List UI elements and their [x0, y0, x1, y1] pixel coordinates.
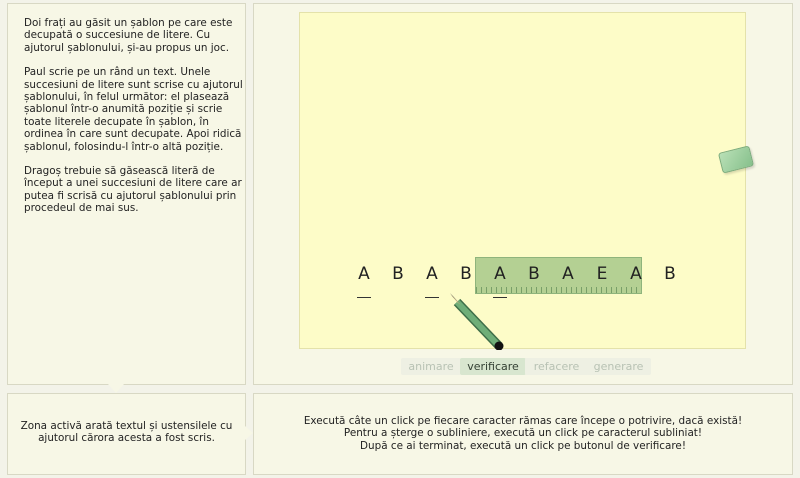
pencil-icon[interactable] — [300, 13, 747, 350]
panel-pointer-down — [108, 384, 124, 393]
paper-sheet: ABABABAEAB — [299, 12, 755, 350]
instruction-line-2: Pentru a șterge o subliniere, execută un… — [343, 427, 703, 440]
generate-button[interactable]: generare — [586, 358, 651, 375]
active-zone-info-text: Zona activă arată textul și ustensilele … — [20, 420, 233, 445]
instruction-line-3: După ce ai terminat, execută un click pe… — [360, 439, 686, 452]
panel-pointer-right — [245, 426, 253, 440]
instruction-line-1: Execută câte un click pe fiecare caracte… — [303, 415, 743, 427]
instructions-panel: Execută câte un click pe fiecare caracte… — [253, 393, 793, 475]
animate-button[interactable]: animare — [401, 358, 461, 375]
redo-button[interactable]: refacere — [525, 358, 588, 375]
story-text: Doi frați au găsit un șablon pe care est… — [24, 17, 244, 227]
active-zone-info: Zona activă arată textul și ustensilele … — [7, 393, 246, 475]
story-paragraph-3: Dragoș trebuie să găsească literă de înc… — [24, 165, 242, 215]
story-paragraph-2: Paul scrie pe un rând un text. Unele suc… — [24, 66, 243, 153]
story-panel: Doi frați au găsit un șablon pe care est… — [7, 3, 246, 385]
verify-button[interactable]: verificare — [460, 358, 526, 375]
instructions-text: Execută câte un click pe fiecare caracte… — [254, 415, 792, 452]
story-paragraph-1: Doi frați au găsit un șablon pe care est… — [24, 17, 233, 54]
active-zone: ABABABAEAB animare verificare refacere g… — [253, 3, 793, 385]
